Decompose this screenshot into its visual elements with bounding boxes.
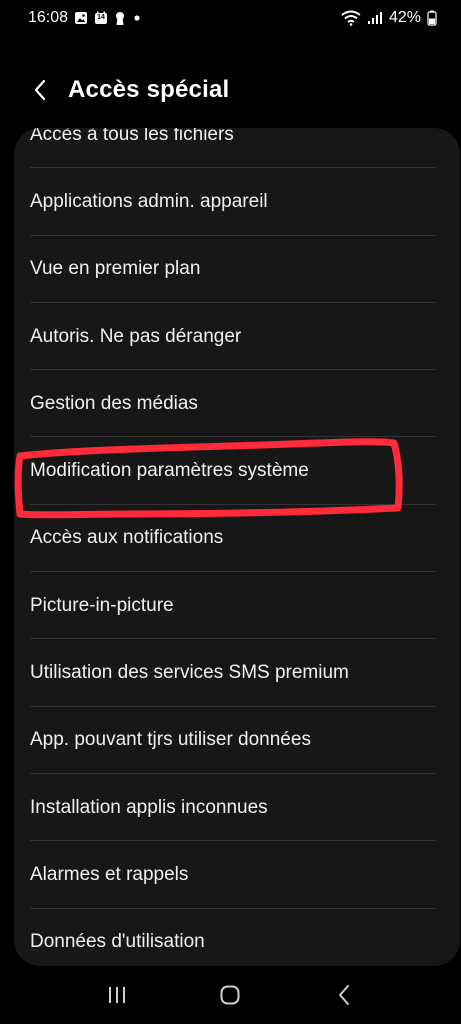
recent-apps-button[interactable]	[92, 970, 142, 1020]
back-icon	[339, 985, 350, 1005]
list-item[interactable]: Utilisation des services SMS premium	[14, 639, 460, 707]
list-item[interactable]: Alarmes et rappels	[14, 841, 460, 909]
list-item[interactable]: Accès à tous les fichiers	[14, 128, 460, 169]
list-item[interactable]: App. pouvant tjrs utiliser données	[14, 707, 460, 774]
calendar-icon: 14	[94, 11, 108, 25]
recent-apps-icon	[108, 987, 125, 1003]
list-item-label: Données d'utilisation	[30, 931, 205, 953]
home-icon	[220, 985, 240, 1005]
list-item-label: Vue en premier plan	[30, 258, 201, 280]
list-item[interactable]: Applications admin. appareil	[14, 168, 460, 236]
list-item-label: Modification paramètres système	[30, 460, 309, 482]
list-item-label: Accès aux notifications	[30, 527, 224, 549]
header: Accès spécial	[0, 66, 461, 114]
signal-icon	[367, 11, 383, 25]
screen: 16:08 14 42% Accès spécial Accès à tous …	[0, 0, 461, 1024]
dot-icon	[132, 13, 142, 23]
list-item[interactable]: Données d'utilisation	[14, 909, 460, 966]
home-button[interactable]	[205, 970, 255, 1020]
list-item[interactable]: Gestion des médias	[14, 370, 460, 438]
list-item[interactable]: Accès aux notifications	[14, 505, 460, 573]
page-title: Accès spécial	[68, 76, 230, 103]
status-bar: 16:08 14 42%	[0, 0, 461, 36]
keyhole-icon	[114, 11, 126, 26]
settings-list-card: Accès à tous les fichiers Applications ad…	[14, 128, 460, 966]
battery-percent: 42%	[388, 9, 421, 26]
list-item-label: Picture-in-picture	[30, 594, 174, 616]
status-right: 42%	[341, 9, 437, 27]
list-item-label: Gestion des médias	[30, 392, 198, 414]
chevron-left-icon	[34, 79, 46, 101]
list-item-label: Autoris. Ne pas déranger	[30, 325, 242, 347]
status-left: 16:08 14	[28, 9, 142, 27]
settings-list: Accès à tous les fichiers Applications ad…	[14, 128, 460, 966]
back-button[interactable]	[20, 70, 60, 110]
list-item[interactable]: Picture-in-picture	[14, 572, 460, 640]
battery-icon	[427, 10, 437, 26]
list-item[interactable]: Vue en premier plan	[14, 236, 460, 303]
list-item[interactable]: Autoris. Ne pas déranger	[14, 303, 460, 371]
list-item-label: Accès à tous les fichiers	[30, 128, 234, 145]
list-item[interactable]: Modification paramètres système	[14, 437, 460, 505]
list-item[interactable]: Installation applis inconnues	[14, 774, 460, 842]
list-item-label: Utilisation des services SMS premium	[30, 662, 349, 684]
image-icon	[74, 11, 88, 25]
back-nav-button[interactable]	[319, 970, 369, 1020]
list-item-label: App. pouvant tjrs utiliser données	[30, 729, 311, 751]
navigation-bar	[0, 966, 461, 1024]
wifi-icon	[341, 10, 361, 26]
list-item-label: Alarmes et rappels	[30, 863, 189, 885]
list-item-label: Applications admin. appareil	[30, 190, 268, 212]
status-time: 16:08	[28, 9, 69, 26]
calendar-day: 14	[97, 14, 105, 21]
list-item-label: Installation applis inconnues	[30, 796, 268, 818]
